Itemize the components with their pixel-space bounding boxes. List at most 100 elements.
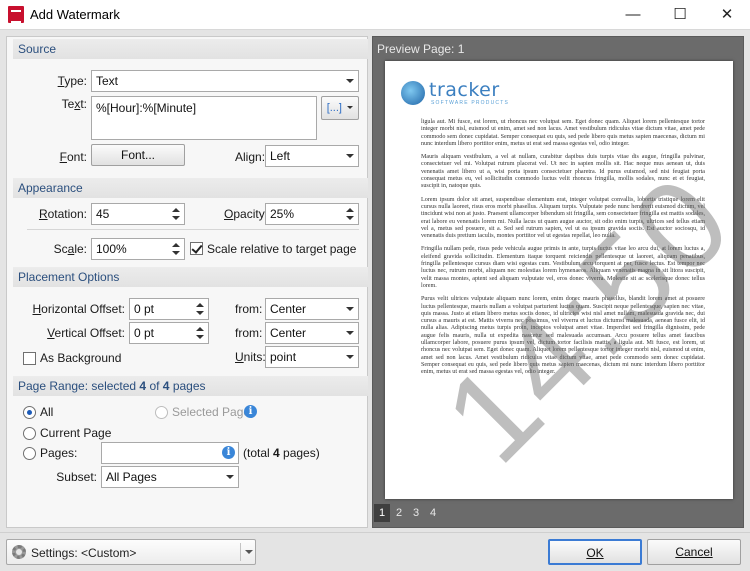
range-pages-radio[interactable] <box>23 447 36 460</box>
chevron-down-icon <box>347 106 354 110</box>
page-selector: 1 2 3 4 <box>373 504 745 522</box>
scale-relative-label: Scale relative to target page <box>207 242 357 256</box>
v-from-select[interactable]: Center <box>265 322 359 344</box>
vertical-offset-spinner[interactable]: 0 pt <box>129 322 209 344</box>
spin-down-icon[interactable] <box>196 335 204 339</box>
opacity-label: Opacity: <box>224 207 269 221</box>
bottom-bar: Settings: <Custom> OK Cancel <box>0 532 750 571</box>
h-from-select[interactable]: Center <box>265 298 359 320</box>
rotation-value: 45 <box>96 207 110 221</box>
font-button-label: Font... <box>120 148 155 162</box>
page-range-prefix: Page Range: selected <box>18 379 140 393</box>
as-background-checkbox[interactable] <box>23 352 36 365</box>
page-range-header: Page Range: selected 4 of 4 pages <box>13 376 368 396</box>
source-header: Source <box>13 39 368 59</box>
spin-down-icon[interactable] <box>172 216 180 220</box>
info-icon[interactable]: i <box>244 405 257 418</box>
macro-button-label: [...] <box>326 102 342 114</box>
scale-value: 100% <box>96 242 127 256</box>
pages-total-label: (total 4 pages) <box>243 446 320 460</box>
logo-word: tracker <box>429 79 500 101</box>
units-value: point <box>270 350 297 364</box>
range-all-label: All <box>40 405 54 419</box>
subset-value: All Pages <box>106 470 157 484</box>
font-label: Font: <box>59 150 87 164</box>
appearance-header: Appearance <box>13 178 368 198</box>
settings-select[interactable]: Settings: <Custom> <box>6 539 256 565</box>
placement-header: Placement Options <box>13 267 368 287</box>
page-tab-2[interactable]: 2 <box>391 504 407 522</box>
close-button[interactable]: ✕ <box>704 0 750 30</box>
page-tab-4[interactable]: 4 <box>425 504 441 522</box>
align-select[interactable]: Left <box>265 145 359 167</box>
settings-panel: Source Type: Text Text: %[Hour]:%[Minute… <box>6 36 368 528</box>
minimize-button[interactable]: — <box>610 0 656 30</box>
logo-globe-icon <box>401 81 425 105</box>
opacity-value: 25% <box>270 207 295 221</box>
scale-label: Scale: <box>53 242 87 256</box>
watermark-text-field[interactable]: %[Hour]:%[Minute] <box>91 96 317 140</box>
cancel-button[interactable]: Cancel <box>647 539 741 565</box>
tracker-logo: tracker SOFTWARE PRODUCTS <box>401 79 521 109</box>
spin-up-icon[interactable] <box>196 303 204 307</box>
pages-total-prefix: (total <box>243 446 274 460</box>
spin-down-icon[interactable] <box>346 216 354 220</box>
type-label: Type: <box>57 74 87 88</box>
range-selected-pages-radio[interactable] <box>155 406 168 419</box>
type-select[interactable]: Text <box>91 70 359 92</box>
pages-input[interactable] <box>101 442 239 464</box>
scale-relative-checkbox[interactable] <box>190 242 203 255</box>
title-bar: Add Watermark — ☐ ✕ <box>0 0 750 30</box>
spin-up-icon[interactable] <box>196 327 204 331</box>
horizontal-offset-spinner[interactable]: 0 pt <box>129 298 209 320</box>
horizontal-offset-label: Horizontal Offset: <box>32 302 126 316</box>
cancel-button-label: Cancel <box>675 545 713 559</box>
range-all-radio[interactable] <box>23 406 36 419</box>
align-value: Left <box>270 149 291 163</box>
pages-total-suffix: pages) <box>279 446 320 460</box>
spin-down-icon[interactable] <box>172 251 180 255</box>
settings-label: Settings: <Custom> <box>31 546 137 560</box>
spin-up-icon[interactable] <box>172 243 180 247</box>
rotation-spinner[interactable]: 45 <box>91 203 185 225</box>
ok-button[interactable]: OK <box>548 539 642 565</box>
page-range-mid: of <box>146 379 163 393</box>
insert-macro-button[interactable]: [...] <box>321 96 359 120</box>
chevron-down-icon <box>346 355 354 359</box>
horizontal-offset-value: 0 pt <box>134 302 155 316</box>
font-button[interactable]: Font... <box>91 144 185 166</box>
spin-up-icon[interactable] <box>346 208 354 212</box>
ok-button-label: OK <box>586 546 604 560</box>
maximize-button[interactable]: ☐ <box>657 0 703 30</box>
subset-label: Subset: <box>56 470 97 484</box>
text-label: Text: <box>61 97 87 111</box>
scale-spinner[interactable]: 100% <box>91 238 185 260</box>
units-label: Units: <box>235 350 266 364</box>
page-tab-1[interactable]: 1 <box>374 504 390 522</box>
spin-down-icon[interactable] <box>196 311 204 315</box>
chevron-down-icon <box>245 550 253 554</box>
chevron-down-icon <box>346 331 354 335</box>
v-from-label: from: <box>235 326 263 340</box>
spin-up-icon[interactable] <box>172 208 180 212</box>
align-label: Align: <box>235 150 266 164</box>
page-tab-3[interactable]: 3 <box>408 504 424 522</box>
subset-select[interactable]: All Pages <box>101 466 239 488</box>
divider <box>27 229 359 230</box>
gear-icon <box>12 545 26 559</box>
h-from-label: from: <box>235 302 263 316</box>
chevron-down-icon <box>226 475 234 479</box>
type-value: Text <box>96 74 119 88</box>
rotation-label: Rotation: <box>38 207 87 221</box>
paragraph: ligula aut. Mi fusce, est lorem, ut rhon… <box>421 119 705 147</box>
opacity-spinner[interactable]: 25% <box>265 203 359 225</box>
app-icon <box>8 6 24 23</box>
range-current-page-label: Current Page <box>40 426 112 440</box>
info-icon[interactable]: i <box>222 446 235 459</box>
preview-page: tracker SOFTWARE PRODUCTS ligula aut. Mi… <box>385 61 733 499</box>
range-current-page-radio[interactable] <box>23 427 36 440</box>
as-background-label: As Background <box>40 351 122 365</box>
units-select[interactable]: point <box>265 346 359 368</box>
preview-panel: Preview Page: 1 tracker SOFTWARE PRODUCT… <box>372 36 744 528</box>
h-from-value: Center <box>270 302 307 316</box>
